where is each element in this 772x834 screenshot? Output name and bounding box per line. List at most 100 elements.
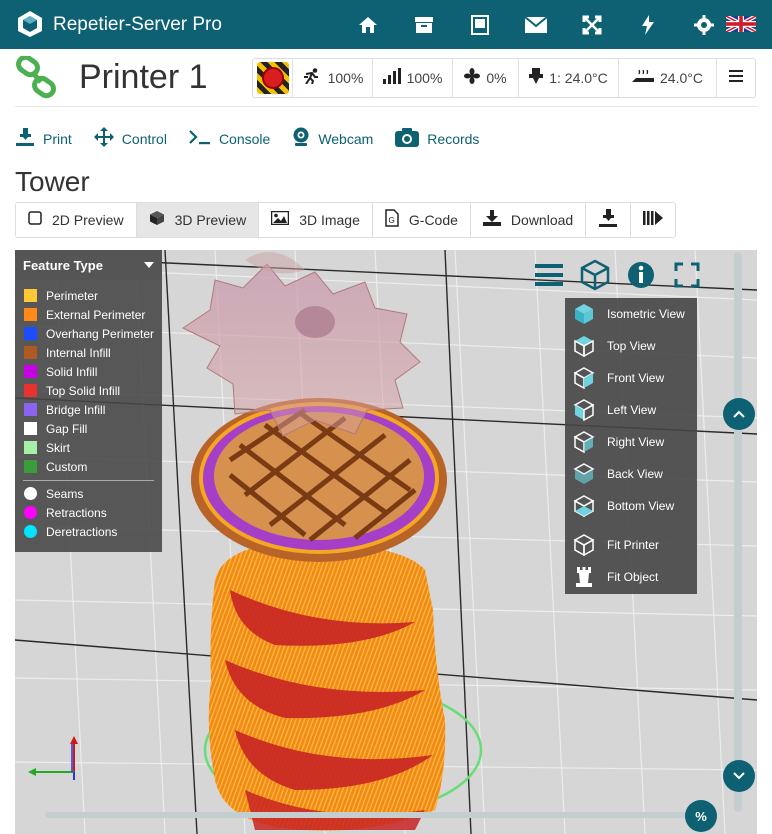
- menu-item-label: Front View: [607, 371, 665, 385]
- svg-text:G: G: [388, 216, 394, 225]
- color-swatch: [24, 365, 37, 378]
- chevron-up-icon: [733, 410, 745, 418]
- menu-item-label: Fit Printer: [607, 538, 660, 552]
- printer-chain-logo-icon: [16, 56, 56, 99]
- menu-item-top-view[interactable]: Top View: [565, 330, 697, 362]
- nav-console-label: Console: [218, 131, 271, 147]
- legend-label: Solid Infill: [46, 364, 98, 379]
- legend-item: Custom: [15, 457, 162, 476]
- flash-icon[interactable]: [620, 0, 676, 49]
- bottom-cube-icon: [573, 495, 595, 517]
- expand-icon[interactable]: [670, 258, 704, 292]
- menu-item-label: Back View: [607, 467, 663, 481]
- extruder-icon: [529, 67, 544, 89]
- flow-status[interactable]: 100%: [373, 59, 453, 97]
- view-cube-icon[interactable]: [578, 258, 612, 292]
- menu-item-isometric-view[interactable]: Isometric View: [565, 298, 697, 330]
- legend-item: External Perimeter: [15, 305, 162, 324]
- legend-item: Bridge Infill: [15, 400, 162, 419]
- legend-label: Seams: [46, 486, 84, 501]
- menu-item-left-view[interactable]: Left View: [565, 394, 697, 426]
- tab-2d-preview[interactable]: 2D Preview: [16, 203, 137, 237]
- bed-temp-value: 24.0°C: [660, 70, 703, 86]
- download-icon: [482, 210, 501, 230]
- home-icon[interactable]: [340, 0, 396, 49]
- menu-item-fit-object[interactable]: Fit Object: [565, 561, 697, 593]
- menu-item-label: Right View: [607, 435, 665, 449]
- marker-dot: [24, 525, 37, 538]
- archive-icon[interactable]: [396, 0, 452, 49]
- legend-item: Top Solid Infill: [15, 381, 162, 400]
- app-title[interactable]: Repetier-Server Pro: [53, 14, 222, 36]
- legend-item: Skirt: [15, 438, 162, 457]
- print-icon: [598, 208, 618, 232]
- fan-icon: [464, 67, 481, 89]
- print-icon: [15, 127, 35, 152]
- color-swatch: [24, 346, 37, 359]
- color-swatch: [24, 460, 37, 473]
- heated-bed-icon: [632, 69, 655, 88]
- menu-item-back-view[interactable]: Back View: [565, 458, 697, 490]
- tab-download-label: Download: [510, 212, 574, 228]
- tab-download[interactable]: Download: [471, 203, 587, 237]
- nav-records[interactable]: Records: [395, 126, 479, 152]
- tab-3d-preview-label: 3D Preview: [174, 212, 247, 228]
- view-menu: Isometric View Top View Front View Left …: [565, 298, 697, 594]
- menu-item-fit-printer[interactable]: Fit Printer: [565, 529, 697, 561]
- fan-status[interactable]: 0%: [453, 59, 519, 97]
- mail-icon[interactable]: [508, 0, 564, 49]
- menu-icon[interactable]: [532, 258, 566, 292]
- speed-status[interactable]: 100%: [293, 59, 373, 97]
- uk-flag-icon[interactable]: [726, 16, 756, 32]
- printer-name: Printer 1: [79, 58, 208, 96]
- gear-icon[interactable]: [676, 0, 732, 49]
- nav-records-label: Records: [427, 131, 480, 147]
- status-menu-button[interactable]: [717, 59, 755, 97]
- menu-item-front-view[interactable]: Front View: [565, 362, 697, 394]
- printer-status-bar: 100% 100% 0% 1: 24.0°C 24.0°C: [252, 58, 756, 98]
- color-swatch: [24, 384, 37, 397]
- emergency-stop-button[interactable]: [253, 59, 293, 97]
- zoom-percent-button[interactable]: %: [685, 800, 717, 832]
- nav-webcam[interactable]: Webcam: [292, 126, 373, 152]
- nav-print[interactable]: Print: [15, 126, 72, 152]
- menu-item-right-view[interactable]: Right View: [565, 426, 697, 458]
- marker-dot: [24, 506, 37, 519]
- header-divider: [15, 106, 757, 107]
- legend-dropdown[interactable]: Feature Type: [15, 250, 162, 280]
- viewport-toolbar: [532, 258, 704, 292]
- book-icon[interactable]: [452, 0, 508, 49]
- menu-item-bottom-view[interactable]: Bottom View: [565, 490, 697, 522]
- tab-3d-image[interactable]: 3D Image: [259, 203, 373, 237]
- top-bar: Repetier-Server Pro: [0, 0, 772, 49]
- legend-divider: [23, 480, 154, 481]
- color-swatch: [24, 308, 37, 321]
- legend-label: Overhang Perimeter: [46, 326, 155, 341]
- chevron-down-icon: [733, 772, 745, 780]
- scroll-down-button[interactable]: [723, 760, 755, 792]
- legend-title: Feature Type: [23, 257, 103, 273]
- nav-control[interactable]: Control: [93, 126, 167, 152]
- legend-item: Solid Infill: [15, 362, 162, 381]
- color-swatch: [24, 289, 37, 302]
- scroll-up-button[interactable]: [723, 398, 755, 430]
- tab-3d-preview[interactable]: 3D Preview: [136, 203, 260, 237]
- page-title: Tower: [15, 166, 90, 197]
- legend-label: Internal Infill: [46, 345, 111, 360]
- menu-item-label: Isometric View: [607, 307, 685, 321]
- viewport-scrollbar[interactable]: [734, 252, 742, 812]
- legend-label: Custom: [46, 459, 88, 474]
- bed-temp-status[interactable]: 24.0°C: [619, 59, 717, 97]
- flow-icon: [382, 67, 401, 89]
- extruder-temp-value: 1: 24.0°C: [549, 70, 608, 86]
- extruder-temp-status[interactable]: 1: 24.0°C: [519, 59, 619, 97]
- nav-console[interactable]: Console: [189, 126, 270, 152]
- tab-queue[interactable]: [631, 203, 675, 237]
- info-icon[interactable]: [624, 258, 658, 292]
- tab-gcode[interactable]: G G-Code: [373, 203, 471, 237]
- front-cube-icon: [573, 367, 595, 389]
- tab-print[interactable]: [586, 203, 632, 237]
- repetier-logo-icon[interactable]: [16, 10, 44, 38]
- fullscreen-icon[interactable]: [564, 0, 620, 49]
- axes-gizmo-icon: [28, 736, 78, 780]
